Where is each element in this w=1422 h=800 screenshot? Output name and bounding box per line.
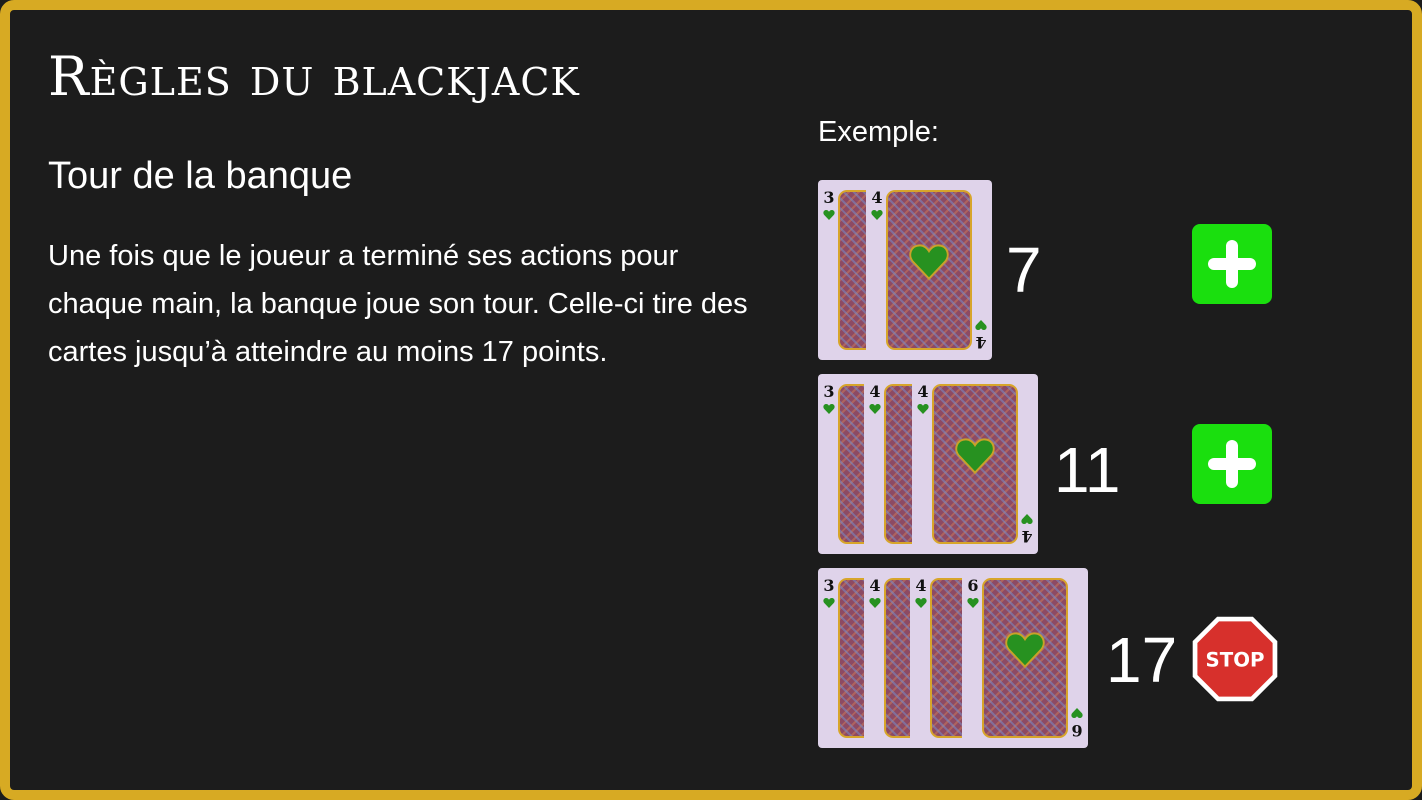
hit-button[interactable] [1192,224,1272,304]
card-rank: 3 [823,188,835,207]
dealer-hand-2: 3 4 4 4 [818,374,1038,554]
rule-description: Une fois que le joueur a terminé ses act… [48,240,748,368]
heart-icon [909,244,949,281]
heart-icon [975,320,987,330]
rules-panel: Règles du blackjack Tour de la banque Un… [0,0,1422,800]
card-rank: 4 [915,576,927,595]
heart-icon [915,598,927,608]
card-rank: 6 [1071,721,1083,740]
stop-sign-icon: STOP [1189,613,1281,705]
heart-icon [869,598,881,608]
heart-icon [823,210,835,220]
heart-icon [823,404,835,414]
heart-icon [917,404,929,414]
heart-icon [1071,708,1083,718]
heart-icon [967,598,979,608]
heart-icon [869,404,881,414]
card-rank: 6 [967,576,979,595]
heart-icon [871,210,883,220]
heart-icon [1005,632,1045,669]
card: 4 4 [912,374,1038,554]
dealer-hand-1: 3 4 4 [818,180,992,360]
card-rank: 4 [871,188,883,207]
card: 6 6 [962,568,1088,748]
hand-total: 11 [1054,434,1121,506]
page-title: Règles du blackjack [48,45,580,108]
heart-icon [1021,514,1033,524]
hand-total: 7 [1006,234,1042,306]
card-rank: 4 [869,576,881,595]
card-rank: 3 [823,576,835,595]
hand-total: 17 [1106,624,1178,696]
card-rank: 4 [1021,527,1033,546]
example-label: Exemple: [818,116,939,148]
stop-label: STOP [1206,649,1265,672]
section-title: Tour de la banque [48,155,353,197]
dealer-hand-3: 3 4 4 6 6 [818,568,1088,748]
heart-icon [955,438,995,475]
heart-icon [823,598,835,608]
card: 4 4 [866,180,992,360]
card-rank: 4 [869,382,881,401]
hit-button[interactable] [1192,424,1272,504]
card-rank: 4 [975,333,987,352]
card-rank: 4 [917,382,929,401]
card-rank: 3 [823,382,835,401]
